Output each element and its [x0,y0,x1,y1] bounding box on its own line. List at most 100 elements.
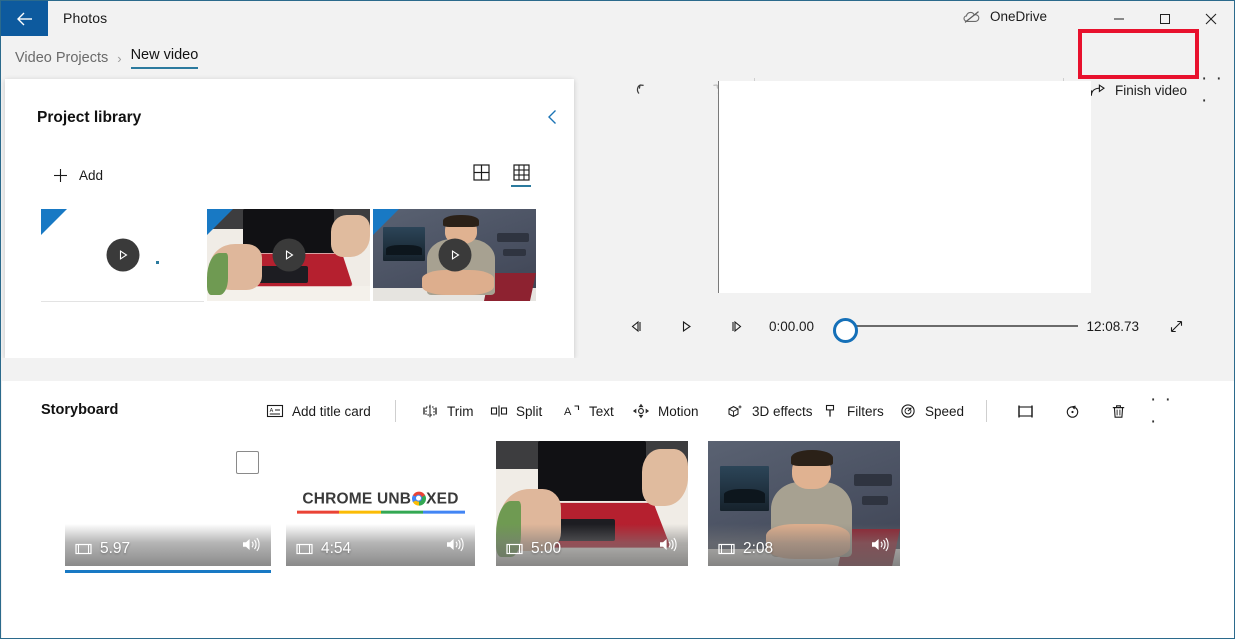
motion-button[interactable]: Motion [632,397,699,425]
next-frame-icon [731,320,741,332]
more-options-button[interactable]: · · · [1201,68,1227,111]
play-button[interactable] [671,312,701,340]
speaker-icon [660,537,677,552]
clip-thumbnail: CHROME UNB XED 4:54 [286,441,475,566]
library-view-small-selected-underline [511,185,531,187]
svg-text:A: A [270,408,274,414]
speed-label: Speed [925,403,965,419]
library-view-small-button[interactable] [508,163,534,193]
title-bar: Photos OneDrive [1,1,1234,36]
play-icon [682,320,691,332]
current-time-label: 0:00.00 [769,318,815,334]
selection-corner-icon [41,209,67,235]
clip-thumbnail: 5:00 [496,441,688,566]
maximize-button[interactable] [1142,1,1188,36]
clip-duration-label: 2:08 [743,540,774,557]
speed-button[interactable]: Speed [899,397,964,425]
video-preview-pane[interactable] [719,81,1091,293]
play-triangle-icon [285,250,294,260]
3d-effects-button[interactable]: 3D effects [726,397,813,425]
delete-button[interactable] [1103,397,1133,425]
undo-icon [636,84,644,94]
plus-icon [54,168,67,182]
finish-video-button[interactable]: Finish video [1089,76,1187,104]
thumb-marker-dot [156,261,159,264]
collapse-library-button[interactable] [540,104,566,130]
split-button[interactable]: Split [490,397,542,425]
play-triangle-icon [451,250,460,260]
play-icon[interactable] [438,238,471,272]
scrubber-handle[interactable] [833,318,859,343]
speaker-icon [447,537,464,552]
onedrive-label: OneDrive [990,9,1048,24]
clip-audio-button[interactable] [658,536,678,558]
close-button[interactable] [1188,1,1234,36]
trim-icon [423,404,437,418]
storyboard-separator-1 [395,400,396,422]
add-media-button[interactable]: Add [51,162,103,188]
minimize-button[interactable] [1096,1,1142,36]
library-thumb-title-card[interactable] [41,209,204,302]
fullscreen-button[interactable] [1161,312,1191,340]
storyboard-clip-list: 5.97 CHROME UNB XED 4:54 5:00 2:08 [1,441,1233,606]
clip-audio-button[interactable] [445,536,465,558]
clip-info-bar: 2:08 [708,524,900,566]
aspect-ratio-button[interactable] [1010,397,1040,425]
grid-3x3-icon [512,164,530,181]
filters-button[interactable]: Filters [821,397,884,425]
clip-checkbox[interactable] [236,451,259,474]
chrome-unboxed-wordmark: CHROME UNB XED [297,490,465,508]
storyboard-more-options-button[interactable]: · · · [1150,389,1180,432]
film-icon [296,543,313,555]
app-title: Photos [63,10,108,26]
rotate-icon [1066,405,1078,418]
library-view-large-button[interactable] [468,163,494,193]
previous-frame-button[interactable] [621,312,651,340]
split-label: Split [516,403,543,419]
storyboard-clip-person[interactable]: 2:08 [708,441,900,566]
text-button[interactable]: A Text [563,397,614,425]
breadcrumb-current-project[interactable]: New video [130,47,199,69]
clip-duration-label: 5.97 [100,540,131,557]
logo-text-b: XED [426,490,459,508]
clip-info-bar: 5.97 [65,524,271,566]
chevron-left-icon [548,110,556,124]
add-title-card-button[interactable]: A Add title card [266,397,371,425]
play-icon[interactable] [106,238,139,272]
close-icon [1205,13,1217,24]
breadcrumb-video-projects[interactable]: Video Projects [15,50,108,66]
next-frame-button[interactable] [721,312,751,340]
undo-button[interactable] [629,76,659,104]
rotate-button[interactable] [1057,397,1087,425]
onedrive-status[interactable]: OneDrive [963,9,1047,24]
film-icon [506,543,523,555]
project-library-title: Project library [37,109,142,126]
library-thumb-laptop[interactable] [207,209,370,301]
logo-color-bars [296,510,465,514]
play-icon[interactable] [272,238,305,272]
playback-controls: 0:00.00 12:08.73 [621,311,1191,343]
add-title-card-label: Add title card [292,403,371,419]
add-media-label: Add [79,167,104,183]
scrubber-track[interactable] [844,325,1079,327]
trim-button[interactable]: Trim [421,397,474,425]
clip-duration-label: 4:54 [321,540,352,557]
command-bar: Video Projects › New video Finish video … [1,36,1234,111]
clip-audio-button[interactable] [870,536,890,558]
library-thumbnail-grid [41,209,541,309]
svg-text:A: A [564,406,572,418]
finish-video-label: Finish video [1115,82,1188,98]
selection-corner-icon [207,209,233,235]
storyboard-clip-laptop[interactable]: 5:00 [496,441,688,566]
clip-audio-button[interactable] [241,536,261,558]
speaker-icon [243,537,260,552]
library-thumb-person[interactable] [373,209,536,301]
fullscreen-icon [1170,320,1182,332]
clip-thumbnail: 5.97 [65,441,271,566]
breadcrumb-separator-icon: › [117,50,122,66]
back-button[interactable] [1,1,48,36]
storyboard-clip-title[interactable]: 5.97 [65,441,271,573]
storyboard-clip-logo[interactable]: CHROME UNB XED 4:54 [286,441,475,566]
title-card-icon: A [266,404,284,418]
scrubber[interactable] [822,312,1079,343]
